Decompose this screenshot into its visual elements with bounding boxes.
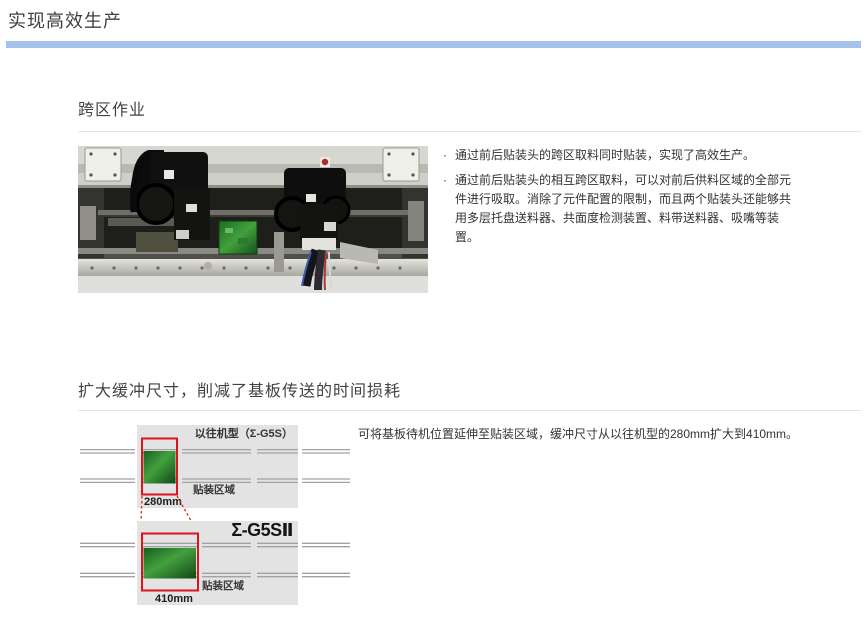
bullet-icon: ·	[443, 146, 455, 165]
buffer-description: 可将基板待机位置延伸至贴装区域，缓冲尺寸从以往机型的280mm扩大到410mm。	[358, 425, 863, 444]
old-model-label: 以往机型（Σ-G5S）	[195, 426, 293, 440]
placement-area-label-new: 贴装区域	[201, 579, 244, 592]
section-cross-area-title: 跨区作业	[78, 96, 146, 120]
bullet-icon: ·	[443, 171, 455, 247]
buffer-size-diagram: 以往机型（Σ-G5S） 280mm 贴装区域 Σ-G5SⅡ	[78, 420, 356, 615]
section-buffer-title: 扩大缓冲尺寸，削减了基板传送的时间损耗	[78, 377, 401, 401]
header-accent-bar	[6, 41, 861, 48]
pcb-new	[144, 548, 197, 579]
warning-sticker-icon	[320, 157, 330, 167]
page-title: 实现高效生产	[8, 7, 122, 33]
feature-text: 通过前后贴装头的相互跨区取料，可以对前后供料区域的全部元件进行吸取。消除了元件配…	[455, 171, 795, 247]
buffer-diagram-illustration: 以往机型（Σ-G5S） 280mm 贴装区域 Σ-G5SⅡ	[78, 420, 356, 615]
section-divider	[78, 410, 861, 411]
machine-photo-illustration	[78, 146, 428, 293]
feature-text: 通过前后贴装头的跨区取料同时贴装，实现了高效生产。	[455, 146, 755, 165]
old-model-size-label: 280mm	[144, 496, 182, 508]
machine-interior-photo	[78, 146, 428, 293]
new-model-size-label: 410mm	[155, 593, 193, 605]
pcb-old	[144, 451, 176, 484]
new-model-logo: Σ-G5SⅡ	[231, 520, 293, 540]
list-item: · 通过前后贴装头的跨区取料同时贴装，实现了高效生产。	[443, 146, 795, 165]
section-divider	[78, 131, 861, 132]
list-item: · 通过前后贴装头的相互跨区取料，可以对前后供料区域的全部元件进行吸取。消除了元…	[443, 171, 795, 247]
placement-area-label-old: 贴装区域	[192, 483, 235, 496]
feature-list: · 通过前后贴装头的跨区取料同时贴装，实现了高效生产。 · 通过前后贴装头的相互…	[443, 146, 795, 253]
